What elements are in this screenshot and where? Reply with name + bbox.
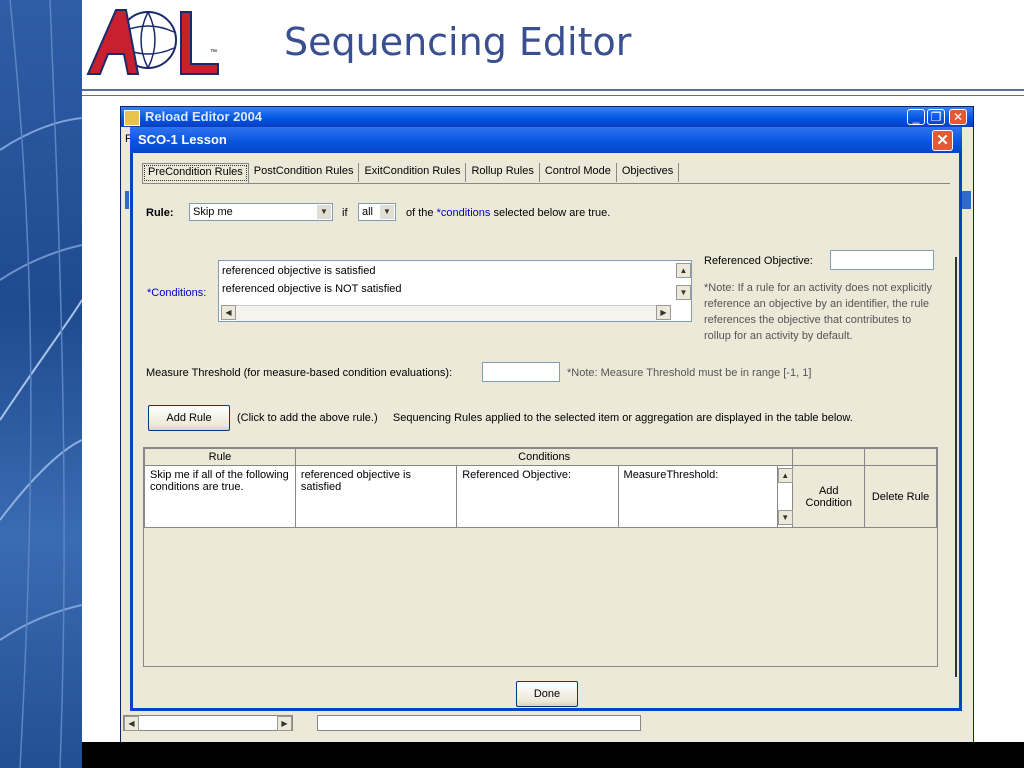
app-icon <box>124 110 140 126</box>
tab-divider <box>142 183 950 184</box>
scroll-right-icon[interactable]: ▶ <box>656 305 671 320</box>
done-button[interactable]: Done <box>516 681 578 707</box>
measure-threshold-field[interactable] <box>482 362 560 382</box>
scroll-left-icon[interactable]: ◀ <box>221 305 236 320</box>
note-line: references the objective that contribute… <box>704 314 912 326</box>
condition-cell[interactable]: referenced objective is satisfied <box>294 465 458 528</box>
reload-titlebar: Reload Editor 2004 _ ❐ ✕ <box>121 107 973 127</box>
rule-cell[interactable]: Skip me if all of the following conditio… <box>144 465 296 528</box>
list-item[interactable]: referenced objective is satisfied <box>222 265 375 277</box>
rules-table-container: Rule Conditions Skip me if all of the fo… <box>143 447 938 667</box>
decorative-side-panel <box>0 0 82 768</box>
rule-sentence: of the *conditions selected below are tr… <box>406 207 610 219</box>
condition-combination-select[interactable]: all ▼ <box>358 203 396 221</box>
tab-bar: PreCondition Rules PostCondition Rules E… <box>142 163 680 183</box>
slide-footer-bar <box>82 742 1024 768</box>
referenced-objective-cell[interactable]: Referenced Objective: <box>456 465 619 528</box>
tab-exitcondition-rules[interactable]: ExitCondition Rules <box>359 163 467 182</box>
conditions-listbox[interactable]: referenced objective is satisfied refere… <box>218 260 692 322</box>
horizontal-scroll-track[interactable] <box>236 305 656 321</box>
scroll-up-icon[interactable]: ▲ <box>676 263 691 278</box>
measure-threshold-label: Measure Threshold (for measure-based con… <box>146 367 453 379</box>
of-the-text: of the <box>406 207 434 219</box>
minimize-icon[interactable]: _ <box>907 109 925 125</box>
add-rule-button[interactable]: Add Rule <box>148 405 230 431</box>
column-header-empty <box>864 448 937 466</box>
bottom-scrollbar[interactable]: ◀ ▶ <box>123 715 293 731</box>
rule-action-value: Skip me <box>193 206 233 218</box>
referenced-objective-note: *Note: If a rule for an activity does no… <box>704 280 932 344</box>
scroll-down-icon[interactable]: ▼ <box>676 285 691 300</box>
selected-text: selected below are true. <box>493 207 611 219</box>
rules-table: Rule Conditions Skip me if all of the fo… <box>144 448 937 528</box>
conditions-scrollbar[interactable]: ▲ ▼ <box>776 465 794 528</box>
scroll-up-icon[interactable]: ▲ <box>777 468 793 483</box>
table-row[interactable]: Skip me if all of the following conditio… <box>144 465 937 528</box>
measure-threshold-note: *Note: Measure Threshold must be in rang… <box>567 367 812 379</box>
dialog-close-icon[interactable]: ✕ <box>932 130 953 151</box>
scroll-down-icon[interactable]: ▼ <box>777 510 793 525</box>
if-label: if <box>342 207 348 219</box>
restore-icon[interactable]: ❐ <box>927 109 945 125</box>
chevron-down-icon[interactable]: ▼ <box>380 205 394 219</box>
title-divider-thin <box>82 95 1024 96</box>
column-header-empty <box>792 448 866 466</box>
measure-threshold-cell[interactable]: MeasureThreshold: <box>617 465 778 528</box>
sco-lesson-dialog: SCO-1 Lesson ✕ PreCondition Rules PostCo… <box>130 127 962 711</box>
referenced-objective-field[interactable] <box>830 250 934 270</box>
dialog-title: SCO-1 Lesson <box>138 132 227 147</box>
side-indicator-right <box>961 191 971 209</box>
tab-rollup-rules[interactable]: Rollup Rules <box>466 163 540 182</box>
bottom-field <box>317 715 641 731</box>
referenced-objective-label: Referenced Objective: <box>704 255 813 267</box>
condition-combination-value: all <box>362 206 374 218</box>
reload-window-title: Reload Editor 2004 <box>145 109 263 124</box>
dialog-titlebar: SCO-1 Lesson ✕ <box>130 127 962 153</box>
note-line: rollup for an activity by default. <box>704 330 853 342</box>
column-header-conditions: Conditions <box>294 448 794 466</box>
table-header-row: Rule Conditions <box>144 448 937 466</box>
side-indicator <box>125 191 129 209</box>
rule-action-select[interactable]: Skip me ▼ <box>189 203 333 221</box>
delete-rule-button[interactable]: Delete Rule <box>864 465 937 528</box>
slide-title: Sequencing Editor <box>284 20 632 64</box>
close-icon[interactable]: ✕ <box>949 109 967 125</box>
scroll-left-icon[interactable]: ◀ <box>124 716 139 731</box>
add-condition-button[interactable]: Add Condition <box>792 465 866 528</box>
list-item[interactable]: referenced objective is NOT satisfied <box>222 283 402 295</box>
tab-objectives[interactable]: Objectives <box>617 163 680 182</box>
note-line: *Note: If a rule for an activity does no… <box>704 282 933 294</box>
conditions-label: *Conditions: <box>147 287 207 299</box>
tab-precondition-rules[interactable]: PreCondition Rules <box>142 163 249 183</box>
scroll-right-icon[interactable]: ▶ <box>277 716 292 731</box>
tab-control-mode[interactable]: Control Mode <box>540 163 617 182</box>
title-divider <box>82 89 1024 91</box>
conditions-link[interactable]: *conditions <box>437 207 491 219</box>
note-line: reference an objective by an identifier,… <box>704 298 930 310</box>
trademark-symbol: ™ <box>210 49 217 56</box>
adl-logo: ™ <box>86 2 226 82</box>
rule-label: Rule: <box>146 207 174 219</box>
tab-postcondition-rules[interactable]: PostCondition Rules <box>249 163 360 182</box>
dialog-right-edge <box>955 257 957 677</box>
column-header-rule: Rule <box>144 448 296 466</box>
chevron-down-icon[interactable]: ▼ <box>317 205 331 219</box>
add-rule-hint: (Click to add the above rule.) Sequencin… <box>237 412 853 424</box>
